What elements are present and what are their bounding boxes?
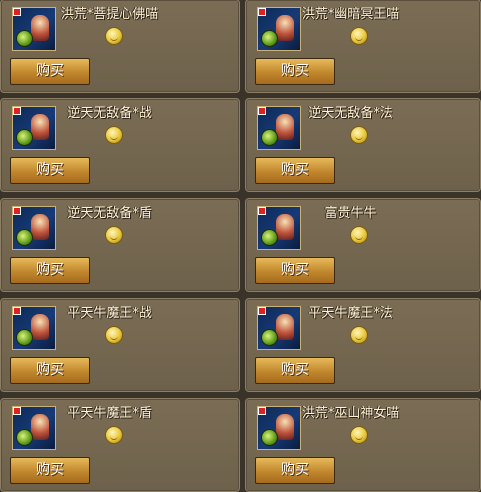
gold-coin-icon bbox=[105, 27, 123, 45]
red-tag-icon bbox=[13, 407, 21, 415]
green-orb-icon bbox=[261, 129, 278, 146]
buy-button[interactable]: 购买 bbox=[255, 457, 335, 484]
shop-item-grid: 洪荒*菩提心佛喵 购买 洪荒*幽暗冥王喵 购买 逆天无敌备*战 购买 逆天无敌备… bbox=[0, 0, 481, 492]
gold-coin-icon bbox=[105, 226, 123, 244]
shop-item-card: 洪荒*菩提心佛喵 购买 bbox=[0, 0, 240, 93]
buy-button[interactable]: 购买 bbox=[255, 157, 335, 184]
red-tag-icon bbox=[13, 207, 21, 215]
shop-item-card: 富贵牛牛 购买 bbox=[245, 198, 481, 292]
red-tag-icon bbox=[13, 107, 21, 115]
gold-coin-icon bbox=[105, 326, 123, 344]
shop-item-card: 逆天无敌备*战 购买 bbox=[0, 98, 240, 192]
green-orb-icon bbox=[261, 429, 278, 446]
item-name: 逆天无敌备*盾 bbox=[67, 206, 152, 221]
item-name: 逆天无敌备*法 bbox=[308, 106, 393, 121]
shop-item-card: 逆天无敌备*法 购买 bbox=[245, 98, 481, 192]
red-tag-icon bbox=[13, 307, 21, 315]
item-name: 平天牛魔王*战 bbox=[67, 306, 152, 321]
buy-button[interactable]: 购买 bbox=[10, 457, 90, 484]
buy-button[interactable]: 购买 bbox=[10, 357, 90, 384]
green-orb-icon bbox=[261, 329, 278, 346]
buy-button[interactable]: 购买 bbox=[255, 58, 335, 85]
shop-item-card: 洪荒*巫山神女喵 购买 bbox=[245, 398, 481, 492]
gold-coin-icon bbox=[350, 27, 368, 45]
buy-button[interactable]: 购买 bbox=[255, 257, 335, 284]
green-orb-icon bbox=[16, 429, 33, 446]
green-orb-icon bbox=[16, 329, 33, 346]
gold-coin-icon bbox=[350, 226, 368, 244]
shop-item-card: 逆天无敌备*盾 购买 bbox=[0, 198, 240, 292]
item-name: 富贵牛牛 bbox=[324, 206, 377, 221]
green-orb-icon bbox=[16, 30, 33, 47]
buy-button[interactable]: 购买 bbox=[10, 157, 90, 184]
buy-button[interactable]: 购买 bbox=[10, 58, 90, 85]
item-name: 洪荒*巫山神女喵 bbox=[301, 406, 400, 421]
item-name: 逆天无敌备*战 bbox=[67, 106, 152, 121]
item-name: 平天牛魔王*法 bbox=[308, 306, 393, 321]
gold-coin-icon bbox=[350, 426, 368, 444]
green-orb-icon bbox=[261, 229, 278, 246]
shop-item-card: 平天牛魔王*盾 购买 bbox=[0, 398, 240, 492]
buy-button[interactable]: 购买 bbox=[10, 257, 90, 284]
buy-button[interactable]: 购买 bbox=[255, 357, 335, 384]
item-name: 洪荒*菩提心佛喵 bbox=[60, 7, 159, 22]
item-name: 洪荒*幽暗冥王喵 bbox=[301, 7, 400, 22]
red-tag-icon bbox=[13, 8, 21, 16]
shop-item-card: 平天牛魔王*法 购买 bbox=[245, 298, 481, 392]
green-orb-icon bbox=[16, 129, 33, 146]
gold-coin-icon bbox=[350, 326, 368, 344]
green-orb-icon bbox=[261, 30, 278, 47]
gold-coin-icon bbox=[105, 426, 123, 444]
item-name: 平天牛魔王*盾 bbox=[67, 406, 152, 421]
shop-item-card: 洪荒*幽暗冥王喵 购买 bbox=[245, 0, 481, 93]
green-orb-icon bbox=[16, 229, 33, 246]
shop-item-card: 平天牛魔王*战 购买 bbox=[0, 298, 240, 392]
gold-coin-icon bbox=[350, 126, 368, 144]
gold-coin-icon bbox=[105, 126, 123, 144]
